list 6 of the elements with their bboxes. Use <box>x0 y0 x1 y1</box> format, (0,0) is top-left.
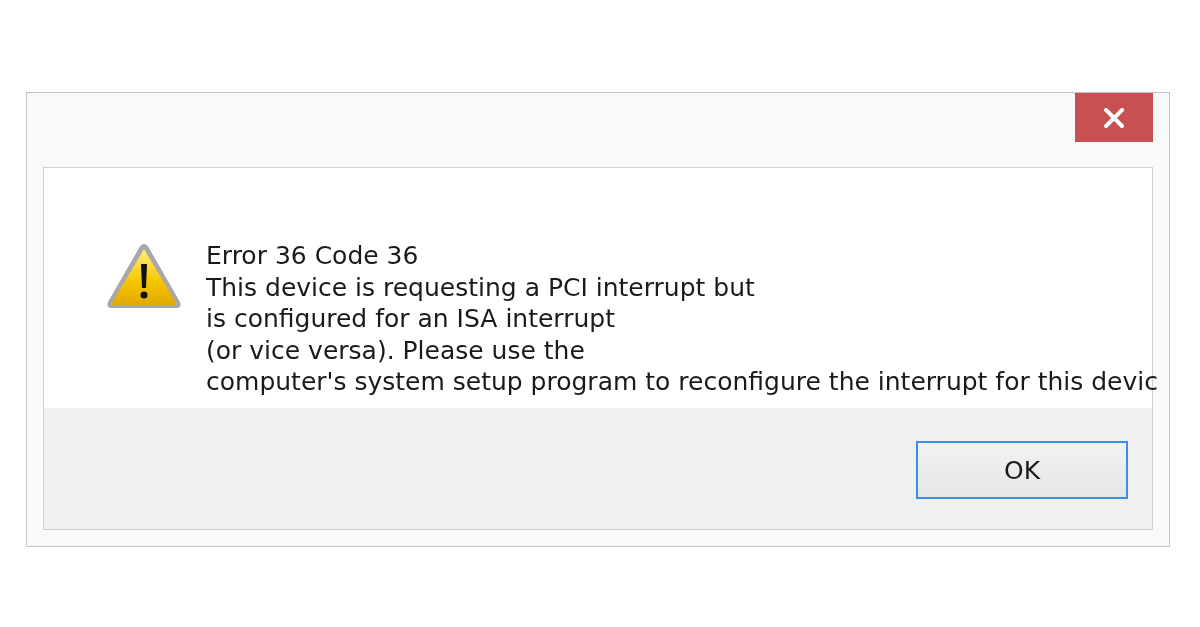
warning-icon <box>106 242 182 310</box>
ok-button[interactable]: OK <box>916 441 1128 499</box>
close-button[interactable] <box>1075 93 1153 142</box>
error-heading: Error 36 Code 36 <box>206 240 420 272</box>
error-message: This device is requesting a PCI interrupt but is configured for an ISA interrupt (or vice versa). Please use the computer's system setup program to reconfigure the interrupt for this devic <box>206 271 1158 398</box>
close-icon <box>1104 107 1124 128</box>
